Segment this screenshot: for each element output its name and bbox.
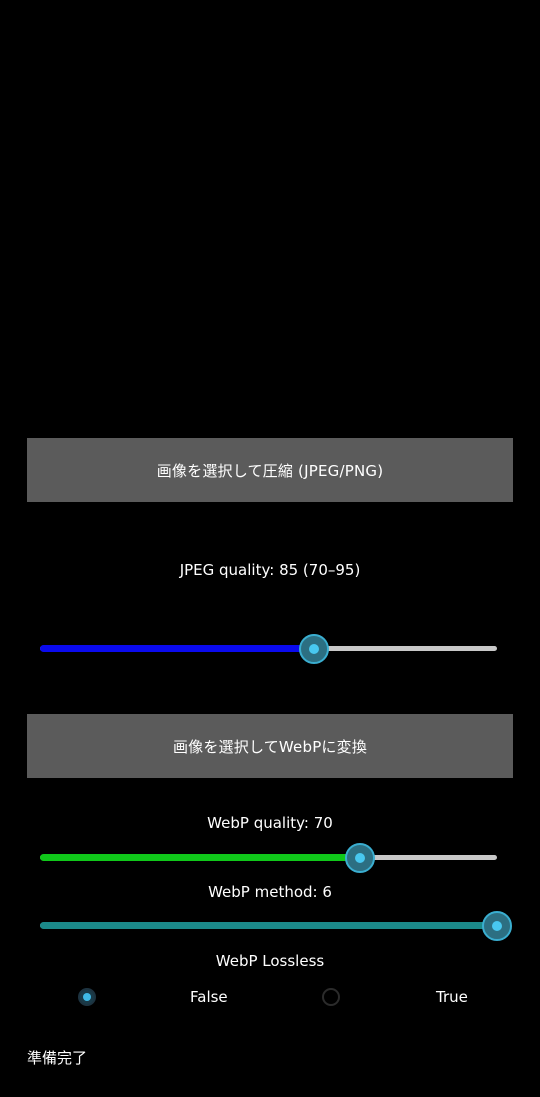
convert-webp-button[interactable]: 画像を選択してWebPに変換 (27, 714, 513, 778)
lossless-true-radio[interactable] (322, 988, 340, 1006)
slider-fill (40, 645, 314, 652)
lossless-false-radio[interactable] (78, 988, 96, 1006)
slider-fill (40, 922, 497, 929)
status-text: 準備完了 (27, 1049, 88, 1067)
webp-quality-label: WebP quality: 70 (207, 814, 333, 832)
webp-lossless-label: WebP Lossless (215, 952, 325, 970)
webp-method-label: WebP method: 6 (208, 883, 332, 901)
jpeg-quality-slider[interactable] (40, 634, 497, 664)
compress-jpeg-png-button[interactable]: 画像を選択して圧縮 (JPEG/PNG) (27, 438, 513, 502)
slider-thumb[interactable] (345, 843, 375, 873)
slider-thumb[interactable] (299, 634, 329, 664)
lossless-true-label: True (436, 988, 468, 1006)
webp-method-slider[interactable] (40, 911, 512, 941)
webp-quality-slider[interactable] (40, 843, 497, 873)
lossless-false-label: False (190, 988, 228, 1006)
slider-fill (40, 854, 360, 861)
slider-thumb[interactable] (482, 911, 512, 941)
jpeg-quality-label: JPEG quality: 85 (70–95) (179, 561, 361, 579)
